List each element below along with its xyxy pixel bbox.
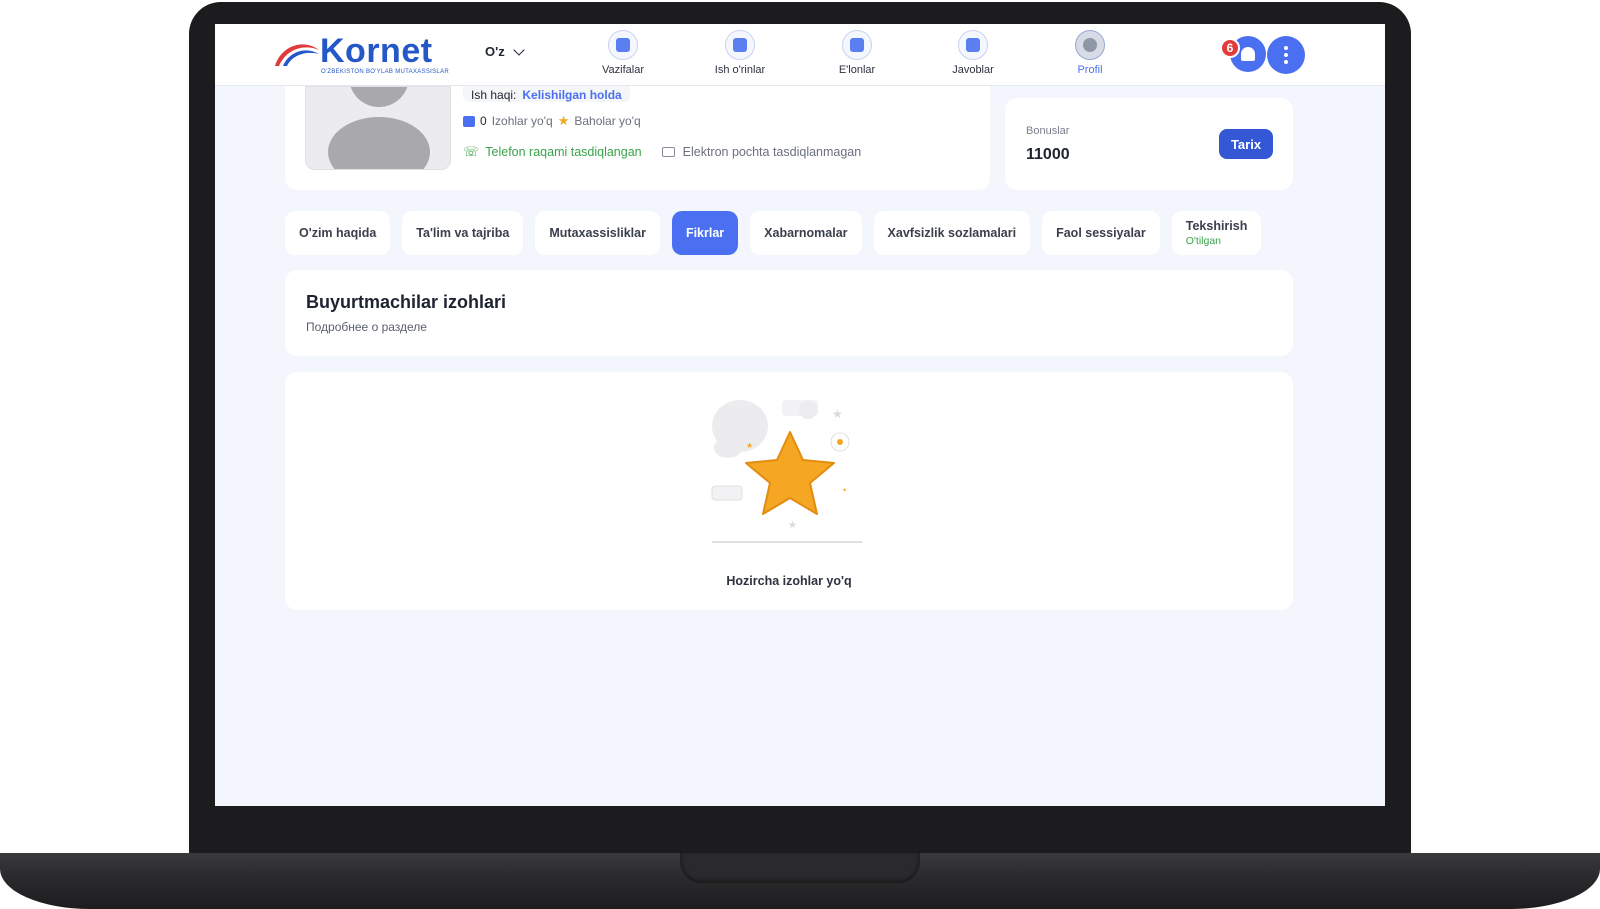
tasks-icon [608,30,638,60]
empty-state-text: Hozircha izohlar yo'q [726,574,852,588]
nav-item-profil[interactable]: Profil [1040,30,1140,80]
salary-chip: Ish haqi: Kelishilgan holda [463,86,630,102]
language-label: O'z [485,44,505,59]
phone-icon: ☏ [463,144,480,159]
tab-xavfsizlik-sozlamalari[interactable]: Xavfsizlik sozlamalari [873,211,1031,255]
star-icon: ★ [557,113,570,128]
notification-badge: 6 [1220,38,1240,58]
svg-text:★: ★ [788,520,797,531]
tab-ozim-haqida[interactable]: O'zim haqida [285,211,391,255]
email-status: Elektron pochta tasdiqlanmagan [682,145,862,159]
bell-icon [1241,47,1255,61]
nav-item-vazifalar[interactable]: Vazifalar [573,30,673,80]
nav-label: E'lonlar [838,64,876,76]
chat-icon [463,115,475,127]
tab-status: O'tilgan [1185,235,1222,247]
svg-text:★: ★ [746,441,753,450]
language-select[interactable]: O'z [485,43,525,59]
section-subtitle[interactable]: Подробнее о разделе [306,320,427,334]
nav-item-elonlar[interactable]: E'lonlar [807,30,907,80]
avatar[interactable] [305,86,451,170]
more-menu-button[interactable] [1267,36,1305,74]
nav-label: Javoblar [952,64,994,76]
top-header: Kornet O'ZBEKISTON BO'YLAB MUTAXASSISLAR… [215,24,1385,86]
brand-logo[interactable]: Kornet O'ZBEKISTON BO'YLAB MUTAXASSISLAR [273,32,463,78]
dot-icon [1284,53,1288,57]
profile-card: Ish haqi: Kelishilgan holda 0 Izohlar yo… [285,86,990,190]
bonus-label: Bonuslar [1026,125,1070,137]
history-button[interactable]: Tarix [1219,129,1273,159]
nav-item-ish-orinlar[interactable]: Ish o'rinlar [690,30,790,80]
jobs-icon [725,30,755,60]
phone-status: Telefon raqami tasdiqlangan [485,145,642,159]
laptop-notch [680,853,920,883]
salary-label: Ish haqi: [471,88,517,102]
empty-state-card: ★ ★ ★ ✦ Hozircha izohlar yo'q [285,372,1293,610]
salary-value: Kelishilgan holda [522,88,622,102]
dot-icon [1284,46,1288,50]
bonus-card: Bonuslar 11000 Tarix [1005,98,1293,190]
reviews-text: Izohlar yo'q [491,114,553,128]
brand-tagline: O'ZBEKISTON BO'YLAB MUTAXASSISLAR [321,69,450,75]
profile-icon [1075,30,1105,60]
mail-icon [661,147,675,157]
bonus-value: 11000 [1026,146,1070,163]
nav-label: Vazifalar [602,64,644,76]
replies-icon [958,30,988,60]
tab-xabarnomalar[interactable]: Xabarnomalar [750,211,862,255]
nav-label: Profil [1077,64,1103,76]
tab-fikrlar[interactable]: Fikrlar [671,211,739,255]
section-title: Buyurtmachilar izohlari [306,292,507,312]
tab-talim-va-tajriba[interactable]: Ta'lim va tajriba [402,211,524,255]
tab-tekshirish[interactable]: Tekshirish O'tilgan [1171,211,1262,255]
ads-icon [842,30,872,60]
tab-mutaxassisliklar[interactable]: Mutaxassisliklar [535,211,660,255]
section-header: Buyurtmachilar izohlari Подробнее о разд… [285,270,1293,356]
chevron-down-icon [513,43,525,56]
nav-item-javoblar[interactable]: Javoblar [923,30,1023,80]
verification-status: ☏ Telefon raqami tasdiqlangan Elektron p… [463,144,861,160]
tab-label: Tekshirish [1185,219,1248,233]
tab-faol-sessiyalar[interactable]: Faol sessiyalar [1042,211,1160,255]
ratings-text: Baholar yo'q [574,114,641,128]
star-illustration-icon: ★ ★ ★ ✦ [711,400,862,543]
nav-label: Ish o'rinlar [714,64,766,76]
svg-text:★: ★ [832,407,843,421]
screen: Kornet O'ZBEKISTON BO'YLAB MUTAXASSISLAR… [215,24,1385,806]
reviews-count: 0 [480,114,487,128]
logo-swoosh-icon [275,44,319,66]
notifications-button[interactable]: 6 [1220,36,1266,72]
reviews-stats: 0 Izohlar yo'q ★ Baholar yo'q [463,114,641,128]
svg-text:✦: ✦ [842,487,847,494]
brand-name: Kornet [320,32,433,70]
profile-tabs: O'zim haqida Ta'lim va tajriba Mutaxassi… [285,211,1262,255]
dot-icon [1284,60,1288,64]
